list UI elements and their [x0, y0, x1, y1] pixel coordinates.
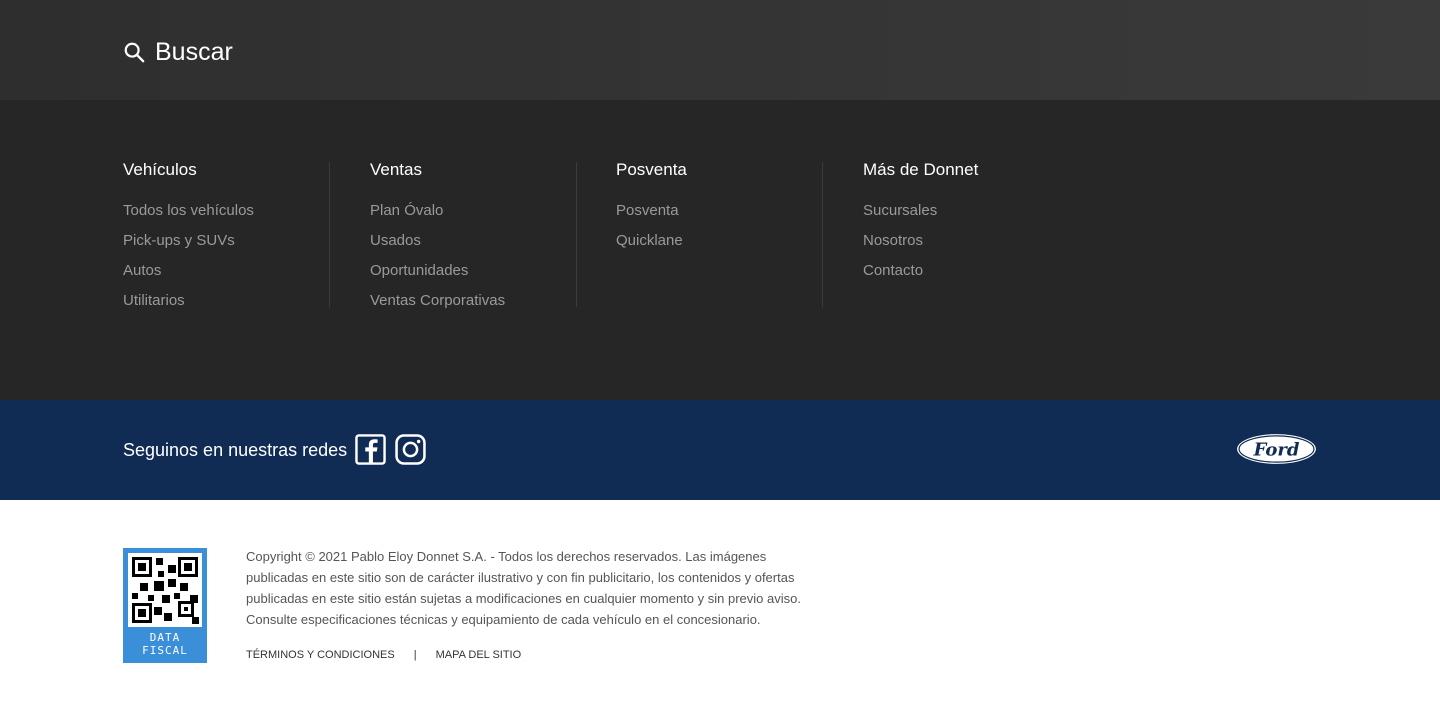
- column-mas-de-donnet: Más de Donnet Sucursales Nosotros Contac…: [863, 160, 1070, 307]
- link-pickups-suvs[interactable]: Pick-ups y SUVs: [123, 232, 329, 250]
- legal-links: TÉRMINOS Y CONDICIONES | MAPA DEL SITIO: [246, 648, 521, 662]
- link-nosotros[interactable]: Nosotros: [863, 232, 1070, 250]
- column-title: Vehículos: [123, 160, 197, 179]
- column-title: Ventas: [370, 160, 422, 179]
- social-band: Seguinos en nuestras redes Ford: [0, 400, 1440, 500]
- search-icon: [124, 42, 145, 63]
- link-posventa[interactable]: Posventa: [616, 202, 822, 220]
- ford-logo: Ford: [1237, 434, 1316, 464]
- link-terminos-y-condiciones[interactable]: TÉRMINOS Y CONDICIONES: [246, 648, 395, 662]
- legal-footer: DATA FISCAL Copyright © 2021 Pablo Eloy …: [0, 500, 1440, 720]
- qr-code-icon: [128, 553, 202, 627]
- link-sucursales[interactable]: Sucursales: [863, 202, 1070, 220]
- copyright-text: Copyright © 2021 Pablo Eloy Donnet S.A. …: [246, 549, 801, 627]
- link-todos-los-vehiculos[interactable]: Todos los vehículos: [123, 202, 329, 220]
- column-title: Más de Donnet: [863, 160, 979, 179]
- column-ventas: Ventas Plan Óvalo Usados Oportunidades V…: [370, 160, 577, 310]
- qr-caption-line-1: DATA: [149, 631, 181, 644]
- footer-links: Vehículos Todos los vehículos Pick-ups y…: [0, 100, 1440, 400]
- column-title: Posventa: [616, 160, 687, 179]
- ford-logo-text: Ford: [1253, 440, 1300, 461]
- link-autos[interactable]: Autos: [123, 262, 329, 280]
- social-label: Seguinos en nuestras redes: [123, 440, 348, 460]
- link-quicklane[interactable]: Quicklane: [616, 232, 822, 250]
- link-utilitarios[interactable]: Utilitarios: [123, 292, 329, 310]
- search-button[interactable]: Buscar: [123, 36, 233, 68]
- link-ventas-corporativas[interactable]: Ventas Corporativas: [370, 292, 576, 310]
- qr-caption-line-2: FISCAL: [142, 644, 188, 657]
- link-usados[interactable]: Usados: [370, 232, 576, 250]
- column-posventa: Posventa Posventa Quicklane: [616, 160, 823, 307]
- link-contacto[interactable]: Contacto: [863, 262, 1070, 280]
- link-oportunidades[interactable]: Oportunidades: [370, 262, 576, 280]
- search-label: Buscar: [155, 38, 233, 66]
- search-bar: Buscar: [0, 0, 1440, 100]
- link-separator: |: [413, 649, 417, 661]
- column-vehiculos: Vehículos Todos los vehículos Pick-ups y…: [123, 160, 330, 310]
- link-mapa-del-sitio[interactable]: MAPA DEL SITIO: [436, 648, 522, 662]
- facebook-icon[interactable]: [355, 434, 386, 465]
- data-fiscal-qr[interactable]: DATA FISCAL: [123, 548, 207, 663]
- link-plan-ovalo[interactable]: Plan Óvalo: [370, 202, 576, 220]
- instagram-icon[interactable]: [395, 434, 426, 465]
